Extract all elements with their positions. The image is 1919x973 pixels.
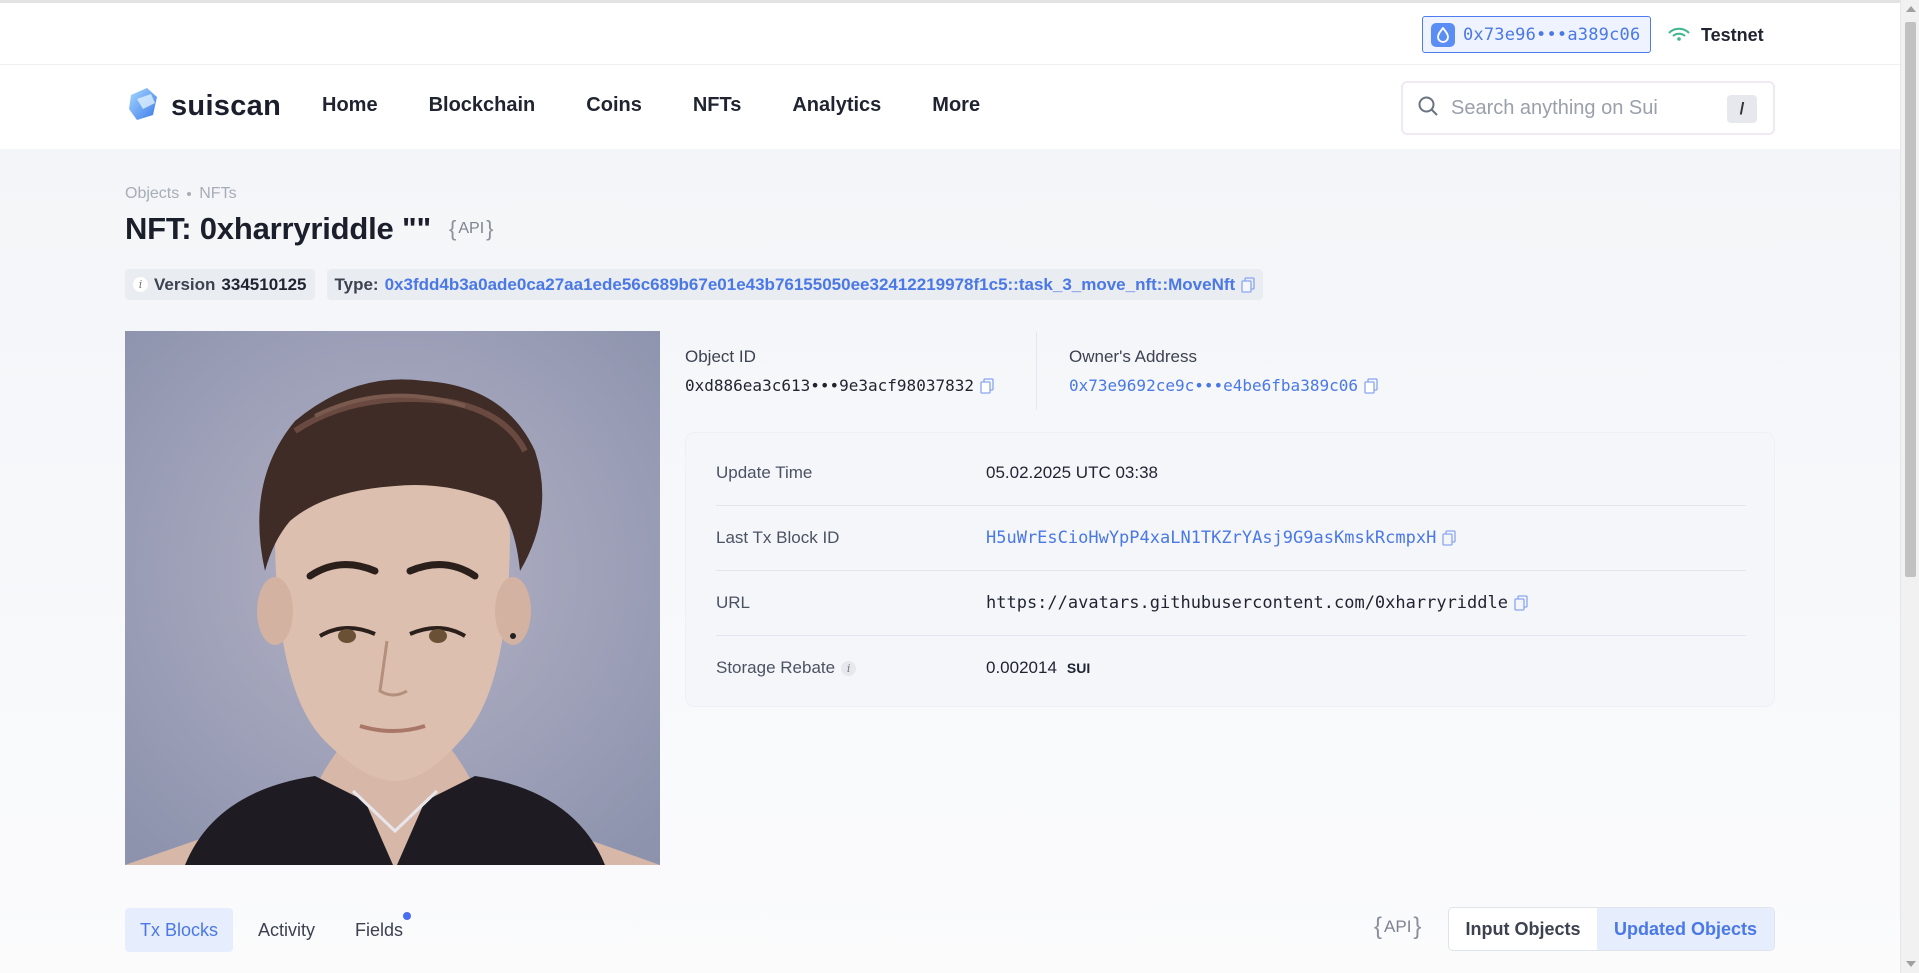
copy-icon[interactable] <box>1241 276 1255 293</box>
search-input[interactable] <box>1451 96 1721 120</box>
breadcrumb-separator <box>187 192 192 196</box>
scroll-down-arrow-icon[interactable] <box>1906 961 1916 967</box>
logo-text: suiscan <box>171 90 282 122</box>
detail-row-update-time: Update Time 05.02.2025 UTC 03:38 <box>716 441 1746 505</box>
detail-value: 05.02.2025 UTC 03:38 <box>986 463 1159 482</box>
version-value: 334510125 <box>221 274 307 294</box>
sui-drop-icon <box>1431 22 1455 47</box>
nav-analytics[interactable]: Analytics <box>792 94 881 117</box>
detail-label: Update Time <box>716 463 813 482</box>
api-label: API <box>458 220 485 237</box>
segment-updated-objects[interactable]: Updated Objects <box>1597 908 1774 950</box>
divider <box>1036 332 1037 410</box>
tab-activity[interactable]: Activity <box>243 908 330 952</box>
search-box: / <box>1401 81 1775 135</box>
signal-icon <box>1667 25 1691 46</box>
search-icon <box>1417 95 1439 122</box>
tab-fields-label: Fields <box>355 919 404 940</box>
top-bar: 0x73e96•••a389c06 Testnet <box>0 3 1900 65</box>
brace-open-icon: { <box>1374 913 1383 940</box>
main-nav: suiscan Home Blockchain Coins NFTs Analy… <box>0 65 1900 149</box>
brace-close-icon: } <box>486 216 494 241</box>
version-label: Version <box>154 274 216 294</box>
notification-dot <box>403 912 412 920</box>
copy-icon[interactable] <box>980 377 994 394</box>
nft-image <box>125 331 660 865</box>
object-id-label: Object ID <box>685 347 756 366</box>
detail-value-row: H5uWrEsCioHwYpP4xaLN1TKZrYAsj9G9asKmskRc… <box>986 528 1456 548</box>
type-chip: Type: 0x3fdd4b3a0ade0ca27aa1ede56c689b67… <box>326 269 1264 300</box>
tab-tx-blocks[interactable]: Tx Blocks <box>125 908 234 952</box>
search-shortcut-key: / <box>1727 95 1757 123</box>
info-icon[interactable]: i <box>133 277 148 292</box>
copy-icon[interactable] <box>1364 377 1378 394</box>
owner-block: Owner's Address 0x73e9692ce9c•••e4be6fba… <box>1069 347 1378 395</box>
info-icon[interactable]: i <box>841 660 857 676</box>
type-value-link[interactable]: 0x3fdd4b3a0ade0ca27aa1ede56c689b67e01e43… <box>385 275 1236 295</box>
type-label: Type: <box>334 274 379 294</box>
version-chip: i Version 334510125 <box>125 269 315 300</box>
sui-unit: SUI <box>1066 660 1091 676</box>
detail-row-last-tx: Last Tx Block ID H5uWrEsCioHwYpP4xaLN1TK… <box>716 506 1746 570</box>
brace-open-icon: { <box>449 216 457 241</box>
url-value[interactable]: https://avatars.githubusercontent.com/0x… <box>986 593 1508 613</box>
segment-input-objects[interactable]: Input Objects <box>1449 908 1597 950</box>
network-selector[interactable]: Testnet <box>1667 23 1764 47</box>
meta-row: i Version 334510125 Type: 0x3fdd4b3a0ade… <box>125 269 1264 300</box>
owner-label: Owner's Address <box>1069 347 1197 366</box>
suiscan-logo-icon <box>125 85 163 128</box>
breadcrumb-nfts[interactable]: NFTs <box>199 185 236 203</box>
brace-close-icon: } <box>1413 913 1422 940</box>
nav-blockchain[interactable]: Blockchain <box>429 94 536 117</box>
title-row: NFT: 0xharryriddle "" { API } <box>125 211 494 247</box>
scrollbar[interactable] <box>1900 0 1919 973</box>
object-id-block: Object ID 0xd886ea3c613•••9e3acf98037832 <box>685 347 994 395</box>
copy-icon[interactable] <box>1442 530 1456 546</box>
detail-label: Storage Rebate <box>716 658 836 677</box>
main-content: Objects NFTs NFT: 0xharryriddle "" { API… <box>0 149 1900 973</box>
copy-icon[interactable] <box>1514 595 1528 611</box>
tab-bar: Tx Blocks Activity Fields <box>125 908 428 952</box>
object-id-row: 0xd886ea3c613•••9e3acf98037832 <box>685 376 994 395</box>
details-panel: Update Time 05.02.2025 UTC 03:38 Last Tx… <box>685 432 1775 707</box>
detail-row-storage-rebate: Storage Rebate i 0.002014 SUI <box>716 636 1746 700</box>
nav-more[interactable]: More <box>932 94 980 117</box>
wallet-address: 0x73e96•••a389c06 <box>1463 24 1641 45</box>
breadcrumb-objects[interactable]: Objects <box>125 185 179 203</box>
wallet-button[interactable]: 0x73e96•••a389c06 <box>1422 16 1651 53</box>
breadcrumb: Objects NFTs <box>125 185 237 203</box>
detail-value-row: 0.002014 SUI <box>986 658 1090 678</box>
scroll-thumb[interactable] <box>1905 22 1916 577</box>
network-label: Testnet <box>1701 24 1764 45</box>
detail-label: URL <box>716 593 751 612</box>
nav-coins[interactable]: Coins <box>586 94 642 117</box>
tab-fields[interactable]: Fields <box>340 908 418 952</box>
detail-label-row: Storage Rebate i <box>716 658 986 678</box>
detail-label: Last Tx Block ID <box>716 528 840 547</box>
nav-home[interactable]: Home <box>322 94 378 117</box>
owner-address-link[interactable]: 0x73e9692ce9c•••e4be6fba389c06 <box>1069 376 1358 395</box>
storage-rebate-value: 0.002014 <box>986 658 1057 677</box>
nav-links: Home Blockchain Coins NFTs Analytics Mor… <box>322 94 1031 117</box>
owner-row: 0x73e9692ce9c•••e4be6fba389c06 <box>1069 376 1378 395</box>
nav-nfts[interactable]: NFTs <box>693 94 742 117</box>
detail-value-row: https://avatars.githubusercontent.com/0x… <box>986 593 1528 613</box>
last-tx-link[interactable]: H5uWrEsCioHwYpP4xaLN1TKZrYAsj9G9asKmskRc… <box>986 528 1436 548</box>
detail-row-url: URL https://avatars.githubusercontent.co… <box>716 571 1746 635</box>
api-link-bottom[interactable]: { API } <box>1374 913 1421 941</box>
scroll-up-arrow-icon[interactable] <box>1906 6 1916 12</box>
api-label: API <box>1384 917 1412 936</box>
logo[interactable]: suiscan <box>125 85 281 128</box>
objects-segment-control: Input Objects Updated Objects <box>1448 907 1775 951</box>
api-link[interactable]: { API } <box>449 216 494 242</box>
object-id-value: 0xd886ea3c613•••9e3acf98037832 <box>685 376 974 395</box>
page-title: NFT: 0xharryriddle "" <box>125 211 431 246</box>
